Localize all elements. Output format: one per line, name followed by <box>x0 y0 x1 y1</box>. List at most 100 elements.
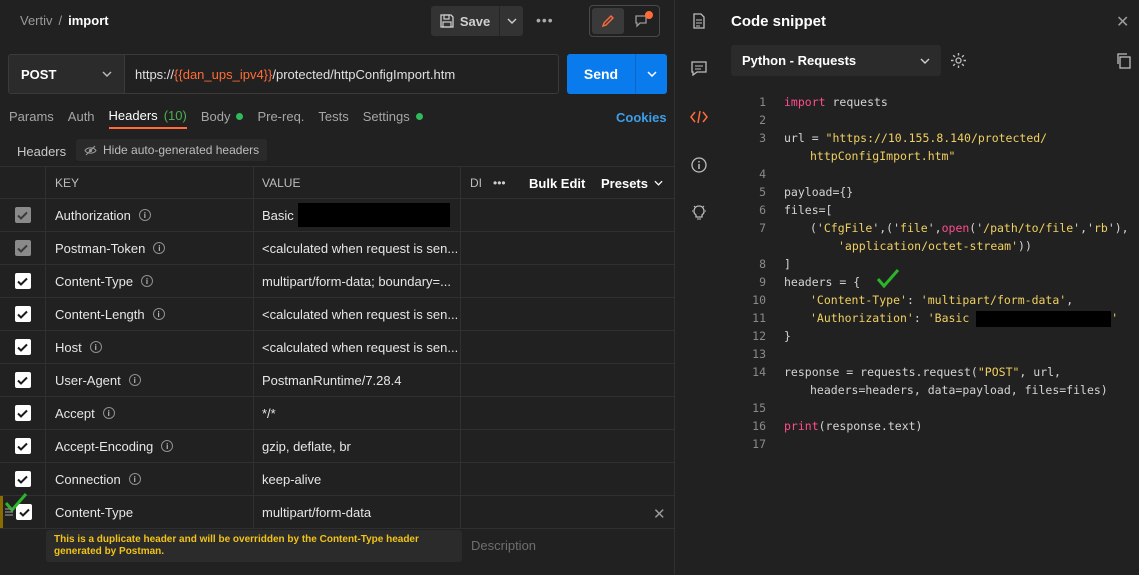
document-icon <box>693 13 705 29</box>
info-rail-button[interactable] <box>690 156 708 174</box>
row-description[interactable] <box>461 232 675 264</box>
save-options-button[interactable] <box>499 6 523 36</box>
breadcrumb-request-name[interactable]: import <box>68 13 108 28</box>
row-key[interactable]: Accept i <box>46 397 254 429</box>
row-checkbox[interactable] <box>14 273 31 289</box>
row-key[interactable]: Connection i <box>46 463 254 495</box>
comments-mode-button[interactable] <box>626 8 658 34</box>
column-more-button[interactable]: ••• <box>493 176 506 190</box>
row-key[interactable]: Content-Type <box>46 496 254 528</box>
tab-auth[interactable]: Auth <box>68 109 95 129</box>
save-button[interactable]: Save <box>431 6 499 36</box>
row-checkbox[interactable] <box>14 438 31 454</box>
hide-auto-headers-button[interactable]: Hide auto-generated headers <box>76 139 268 161</box>
tab-body[interactable]: Body <box>201 109 244 129</box>
send-options-button[interactable] <box>635 54 667 94</box>
gear-icon[interactable] <box>950 52 967 69</box>
row-description[interactable] <box>461 298 675 330</box>
row-description[interactable] <box>461 265 675 297</box>
row-checkbox[interactable] <box>14 207 31 223</box>
row-value[interactable]: multipart/form-data; boundary=... <box>254 265 461 297</box>
row-description[interactable] <box>461 331 675 363</box>
row-description[interactable] <box>461 463 675 495</box>
comment-icon <box>691 60 707 76</box>
info-icon[interactable]: i <box>89 341 102 353</box>
row-value[interactable]: <calculated when request is sen... <box>254 232 461 264</box>
code-icon <box>690 110 708 124</box>
row-checkbox-cell <box>0 430 46 462</box>
breadcrumb-workspace[interactable]: Vertiv <box>20 13 53 28</box>
row-value[interactable]: Basic <box>254 199 461 231</box>
line-number: 15 <box>752 401 766 415</box>
row-key[interactable]: User-Agent i <box>46 364 254 396</box>
row-checkbox[interactable] <box>14 471 31 487</box>
more-actions-button[interactable]: ••• <box>536 12 554 28</box>
table-row: Postman-Token i <calculated when request i… <box>0 232 675 265</box>
row-value[interactable]: PostmanRuntime/7.28.4 <box>254 364 461 396</box>
row-description[interactable] <box>461 397 675 429</box>
code-token: } <box>784 329 791 343</box>
row-description[interactable] <box>461 430 675 462</box>
row-value[interactable]: */* <box>254 397 461 429</box>
row-value[interactable]: multipart/form-data <box>254 496 461 528</box>
bulb-rail-button[interactable] <box>690 203 708 221</box>
close-icon[interactable]: ✕ <box>1116 12 1129 32</box>
row-value[interactable]: gzip, deflate, br <box>254 430 461 462</box>
row-key-text: Host <box>55 339 82 355</box>
send-button[interactable]: Send <box>567 54 635 94</box>
header-checkbox-col <box>0 167 46 199</box>
row-checkbox[interactable] <box>14 405 31 421</box>
info-icon[interactable]: i <box>128 473 141 485</box>
tab-settings[interactable]: Settings <box>363 109 423 129</box>
row-value[interactable]: keep-alive <box>254 463 461 495</box>
tab-tests[interactable]: Tests <box>318 109 348 129</box>
code-rail-button[interactable] <box>690 108 708 126</box>
row-key[interactable]: Content-Type i <box>46 265 254 297</box>
info-icon[interactable]: i <box>153 242 166 254</box>
code-token: '), <box>1107 221 1129 235</box>
bulk-edit-button[interactable]: Bulk Edit <box>529 176 585 191</box>
info-icon[interactable]: i <box>141 275 154 287</box>
drag-handle-icon[interactable] <box>4 507 14 517</box>
presets-dropdown[interactable]: Presets <box>601 176 663 191</box>
url-variable[interactable]: {{dan_ups_ipv4}} <box>174 67 272 82</box>
code-token: "https://10.155.8.140/protected/ <box>825 131 1048 145</box>
row-checkbox-cell <box>0 265 46 297</box>
row-checkbox[interactable] <box>14 372 31 388</box>
copy-icon[interactable] <box>1116 53 1131 69</box>
row-key[interactable]: Postman-Token i <box>46 232 254 264</box>
row-value[interactable]: <calculated when request is sen... <box>254 331 461 363</box>
tab-headers[interactable]: Headers (10) <box>108 108 187 129</box>
row-key[interactable]: Host i <box>46 331 254 363</box>
info-icon[interactable]: i <box>152 308 165 320</box>
description-placeholder[interactable]: Description <box>471 538 536 553</box>
cookies-link[interactable]: Cookies <box>616 110 667 125</box>
row-key[interactable]: Content-Length i <box>46 298 254 330</box>
line-number: 17 <box>752 437 766 451</box>
language-select[interactable]: Python - Requests <box>731 45 941 76</box>
row-checkbox[interactable] <box>14 240 31 256</box>
info-icon[interactable]: i <box>161 440 174 452</box>
row-key[interactable]: Authorization i <box>46 199 254 231</box>
row-description[interactable] <box>461 364 675 396</box>
row-description[interactable] <box>461 199 675 231</box>
row-checkbox[interactable] <box>14 306 31 322</box>
info-icon[interactable]: i <box>138 209 151 221</box>
code-token: payload={} <box>784 185 854 199</box>
row-description[interactable] <box>461 496 675 528</box>
info-icon[interactable]: i <box>128 374 141 386</box>
tab-params[interactable]: Params <box>9 109 54 129</box>
edit-mode-button[interactable] <box>592 8 624 34</box>
line-number: 13 <box>752 347 766 361</box>
method-select[interactable]: POST <box>8 54 125 94</box>
comments-rail-button[interactable] <box>690 59 708 77</box>
documentation-rail-button[interactable] <box>690 12 708 30</box>
row-key[interactable]: Accept-Encoding i <box>46 430 254 462</box>
row-checkbox[interactable] <box>14 339 31 355</box>
delete-row-icon[interactable]: ✕ <box>653 505 666 523</box>
url-input[interactable]: https://{{dan_ups_ipv4}}/protected/httpC… <box>125 54 559 94</box>
info-icon[interactable]: i <box>102 407 115 419</box>
row-checkbox-cell <box>0 298 46 330</box>
tab-prereq[interactable]: Pre-req. <box>257 109 304 129</box>
row-value[interactable]: <calculated when request is sen... <box>254 298 461 330</box>
